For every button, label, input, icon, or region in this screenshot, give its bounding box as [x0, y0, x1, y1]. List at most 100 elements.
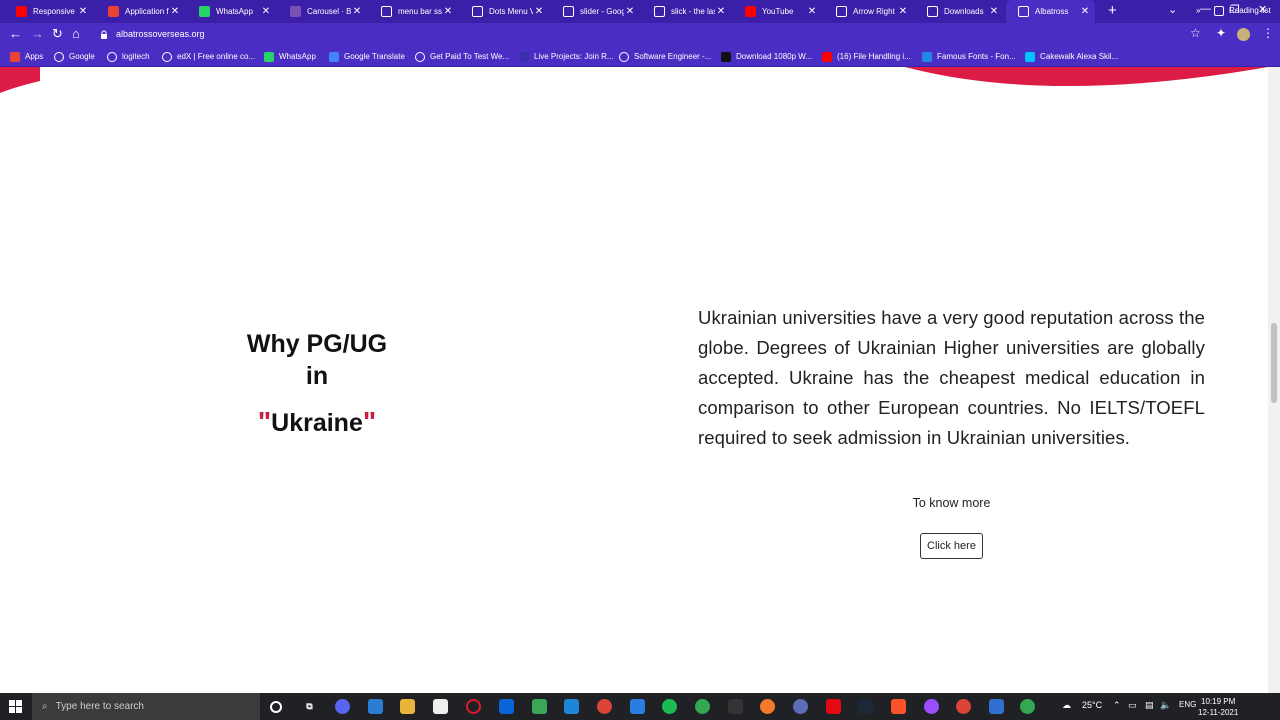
- app2-icon[interactable]: [793, 699, 808, 714]
- task-view-icon[interactable]: ⧉: [302, 699, 317, 714]
- bookmark-3[interactable]: edX | Free online co...: [162, 46, 255, 67]
- tab-8[interactable]: YouTube ✕: [733, 0, 822, 23]
- reading-list-button[interactable]: Reading list: [1214, 0, 1271, 21]
- bookmark-label: Google Translate: [344, 52, 405, 61]
- tab-6[interactable]: slider - Googl ✕: [551, 0, 640, 23]
- close-tab-icon[interactable]: ✕: [169, 6, 181, 17]
- bookmark-10[interactable]: (16) File Handling i...: [822, 46, 911, 67]
- cortana-icon[interactable]: [270, 701, 282, 713]
- address-bar[interactable]: albatrossoverseas.org: [92, 26, 1212, 44]
- close-tab-icon[interactable]: ✕: [77, 6, 89, 17]
- app-icon[interactable]: [695, 699, 710, 714]
- notes-icon[interactable]: [368, 699, 383, 714]
- alexa-icon: [1025, 51, 1035, 62]
- search-placeholder: Type here to search: [55, 701, 144, 712]
- bookmark-11[interactable]: Famous Fonts - Fon...: [922, 46, 1016, 67]
- bookmark-8[interactable]: Software Engineer -...: [619, 46, 711, 67]
- app4-icon[interactable]: [989, 699, 1004, 714]
- search-icon: ⌕: [42, 701, 48, 712]
- tray-chevron-icon[interactable]: ⌃: [1113, 700, 1121, 711]
- tab-4[interactable]: menu bar ssw✕: [369, 0, 458, 23]
- scrollbar-thumb[interactable]: [1271, 323, 1277, 403]
- close-tab-icon[interactable]: ✕: [806, 6, 818, 17]
- menu-dots-icon[interactable]: ⋮: [1262, 26, 1274, 40]
- close-tab-icon[interactable]: ✕: [624, 6, 636, 17]
- app5-icon[interactable]: [1020, 699, 1035, 714]
- language-indicator[interactable]: ENG: [1179, 700, 1196, 709]
- discord-icon[interactable]: [335, 699, 350, 714]
- profile-avatar[interactable]: [1237, 28, 1250, 41]
- page-scrollbar[interactable]: [1268, 67, 1280, 693]
- weather-icon[interactable]: ☁: [1062, 700, 1071, 711]
- weather-temp[interactable]: 25°C: [1082, 700, 1102, 710]
- extensions-icon[interactable]: ✦: [1216, 26, 1226, 40]
- vscode-icon[interactable]: [564, 699, 579, 714]
- bookmark-0[interactable]: Apps: [10, 46, 43, 67]
- heading-line-1: Why PG/UG: [246, 330, 388, 358]
- reload-icon[interactable]: ↻: [52, 26, 63, 42]
- flag-icon: [836, 6, 847, 17]
- tab-3[interactable]: Carousel · Boo✕: [278, 0, 367, 23]
- close-tab-icon[interactable]: ✕: [1079, 6, 1091, 17]
- tab-7[interactable]: slick - the las ✕: [642, 0, 731, 23]
- bookmark-7[interactable]: Live Projects: Join R...: [519, 46, 614, 67]
- bookmark-5[interactable]: Google Translate: [329, 46, 405, 67]
- volume-icon[interactable]: 🔈: [1160, 700, 1171, 711]
- battery-icon[interactable]: ▭: [1128, 700, 1137, 711]
- quote-close: ": [362, 406, 377, 437]
- todo-icon[interactable]: [630, 699, 645, 714]
- tab-10[interactable]: Downloads ✕: [915, 0, 1004, 23]
- close-tab-icon[interactable]: ✕: [897, 6, 909, 17]
- tab-0[interactable]: Responsive Sl✕: [4, 0, 93, 23]
- bookmark-4[interactable]: WhatsApp: [264, 46, 316, 67]
- system-clock[interactable]: 10:19 PM 12-11-2021: [1198, 696, 1238, 718]
- globe-icon: [654, 6, 665, 17]
- file-explorer-icon[interactable]: [400, 699, 415, 714]
- tab-search-icon[interactable]: ⌄: [1168, 3, 1177, 16]
- new-tab-button[interactable]: +: [1108, 2, 1117, 19]
- network-icon[interactable]: ▤: [1145, 700, 1154, 711]
- tab-1[interactable]: Application fo ✕: [96, 0, 185, 23]
- netflix-icon[interactable]: [826, 699, 841, 714]
- bookmark-star-icon[interactable]: ☆: [1190, 26, 1201, 40]
- webpage: Why PG/UG in "Ukraine" Ukrainian univers…: [0, 67, 1268, 693]
- chrome2-icon[interactable]: [956, 699, 971, 714]
- close-tab-icon[interactable]: ✕: [351, 6, 363, 17]
- description-paragraph: Ukrainian universities have a very good …: [698, 307, 1205, 448]
- close-tab-icon[interactable]: ✕: [988, 6, 1000, 17]
- home-icon[interactable]: ⌂: [72, 26, 80, 41]
- bookmarks-overflow-icon[interactable]: »: [1196, 0, 1200, 21]
- close-tab-icon[interactable]: ✕: [715, 6, 727, 17]
- forward-icon[interactable]: →: [31, 26, 44, 41]
- youtube-icon: [16, 6, 27, 17]
- tab-2[interactable]: WhatsApp ✕: [187, 0, 276, 23]
- taskbar-search[interactable]: ⌕ Type here to search: [32, 693, 260, 720]
- bookmark-1[interactable]: Google: [54, 46, 95, 67]
- chrome-icon[interactable]: [597, 699, 612, 714]
- bookmark-12[interactable]: Cakewalk Alexa Skil...: [1025, 46, 1118, 67]
- tab-5[interactable]: Dots Menu Ve✕: [460, 0, 549, 23]
- bookmark-9[interactable]: Download 1080p W...: [721, 46, 812, 67]
- bookmark-6[interactable]: Get Paid To Test We...: [415, 46, 509, 67]
- tab-title: slider - Googl: [580, 7, 624, 16]
- click-here-button[interactable]: Click here: [920, 533, 983, 559]
- brave-icon[interactable]: [891, 699, 906, 714]
- blender-icon[interactable]: [760, 699, 775, 714]
- close-tab-icon[interactable]: ✕: [533, 6, 545, 17]
- tab-9[interactable]: Arrow Right I ✕: [824, 0, 913, 23]
- minimize-button[interactable]: —: [1200, 3, 1211, 15]
- back-icon[interactable]: ←: [9, 26, 22, 41]
- windows-start-icon[interactable]: [9, 700, 22, 713]
- spotify-icon[interactable]: [662, 699, 677, 714]
- opera-icon[interactable]: [466, 699, 481, 714]
- steam-icon[interactable]: [858, 699, 873, 714]
- tab-11[interactable]: Albatross ✕: [1006, 0, 1095, 23]
- close-tab-icon[interactable]: ✕: [260, 6, 272, 17]
- bookmark-2[interactable]: logitech: [107, 46, 150, 67]
- store-icon[interactable]: [433, 699, 448, 714]
- mail-icon[interactable]: [499, 699, 514, 714]
- close-tab-icon[interactable]: ✕: [442, 6, 454, 17]
- epic-games-icon[interactable]: [728, 699, 743, 714]
- app3-icon[interactable]: [924, 699, 939, 714]
- node-icon[interactable]: [532, 699, 547, 714]
